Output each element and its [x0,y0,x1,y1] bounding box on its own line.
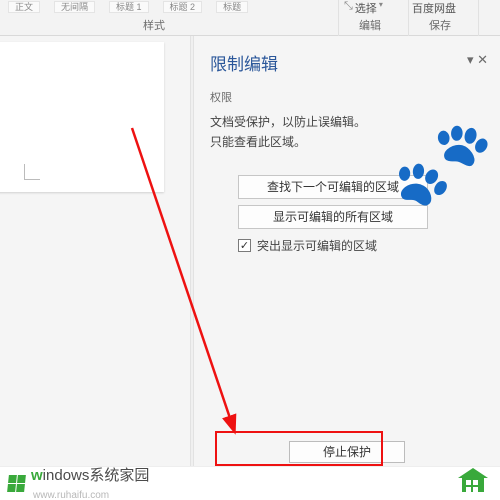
annotation-highlight-box [215,431,383,466]
divider [338,0,339,36]
group-label-styles: 样式 [0,17,308,33]
permissions-text-2: 只能查看此区域。 [210,133,484,151]
group-label-save: 保存 [410,17,470,33]
watermark-footer: windows系统家园 www.ruhaifu.com 🐾 [0,466,500,500]
style-chip[interactable]: 标题 1 [109,1,149,13]
windows-flag-icon [7,475,26,492]
style-gallery[interactable]: 正文 无间隔 标题 1 标题 2 标题 [0,0,340,14]
house-logo-icon [458,470,492,498]
pane-close-button[interactable]: ▾ ✕ [467,52,488,68]
cursor-icon: ⤡ [344,0,353,13]
show-all-regions-button[interactable]: 显示可编辑的所有区域 [238,205,428,229]
checkbox-checked-icon: ✓ [238,239,251,252]
document-page[interactable] [0,42,164,192]
permissions-label: 权限 [210,89,484,105]
style-chip[interactable]: 正文 [8,1,40,13]
find-next-region-button[interactable]: 查找下一个可编辑的区域 [238,175,428,199]
pane-title: 限制编辑 [210,50,484,75]
highlight-regions-checkbox[interactable]: ✓ 突出显示可编辑的区域 [238,237,484,254]
ribbon: 正文 无间隔 标题 1 标题 2 标题 样式 ⤡ 选择 ▾ 编辑 百度网盘 保存 [0,0,500,36]
highlight-regions-label: 突出显示可编辑的区域 [257,237,377,254]
page-margin-corner-icon [24,164,40,180]
workspace: 限制编辑 ▾ ✕ 权限 文档受保护，以防止误编辑。 只能查看此区域。 查找下一个… [0,36,500,466]
permissions-text-1: 文档受保护，以防止误编辑。 [210,113,484,131]
select-button[interactable]: ⤡ 选择 ▾ [344,0,396,16]
restrict-editing-pane: 限制编辑 ▾ ✕ 权限 文档受保护，以防止误编辑。 只能查看此区域。 查找下一个… [194,36,500,466]
chevron-down-icon: ▾ [467,52,474,67]
watermark-brand: windows系统家园 [31,467,149,484]
style-chip[interactable]: 标题 2 [163,1,203,13]
divider [408,0,409,36]
style-chip[interactable]: 标题 [216,1,248,13]
group-label-edit: 编辑 [340,17,400,33]
close-icon: ✕ [477,52,488,67]
chevron-down-icon: ▾ [379,0,383,9]
divider [478,0,479,36]
baidu-save-button[interactable]: 百度网盘 [412,0,472,16]
style-chip[interactable]: 无间隔 [54,1,95,13]
select-button-label: 选择 [355,0,377,16]
watermark-url: www.ruhaifu.com [33,490,109,500]
document-well [0,36,190,466]
